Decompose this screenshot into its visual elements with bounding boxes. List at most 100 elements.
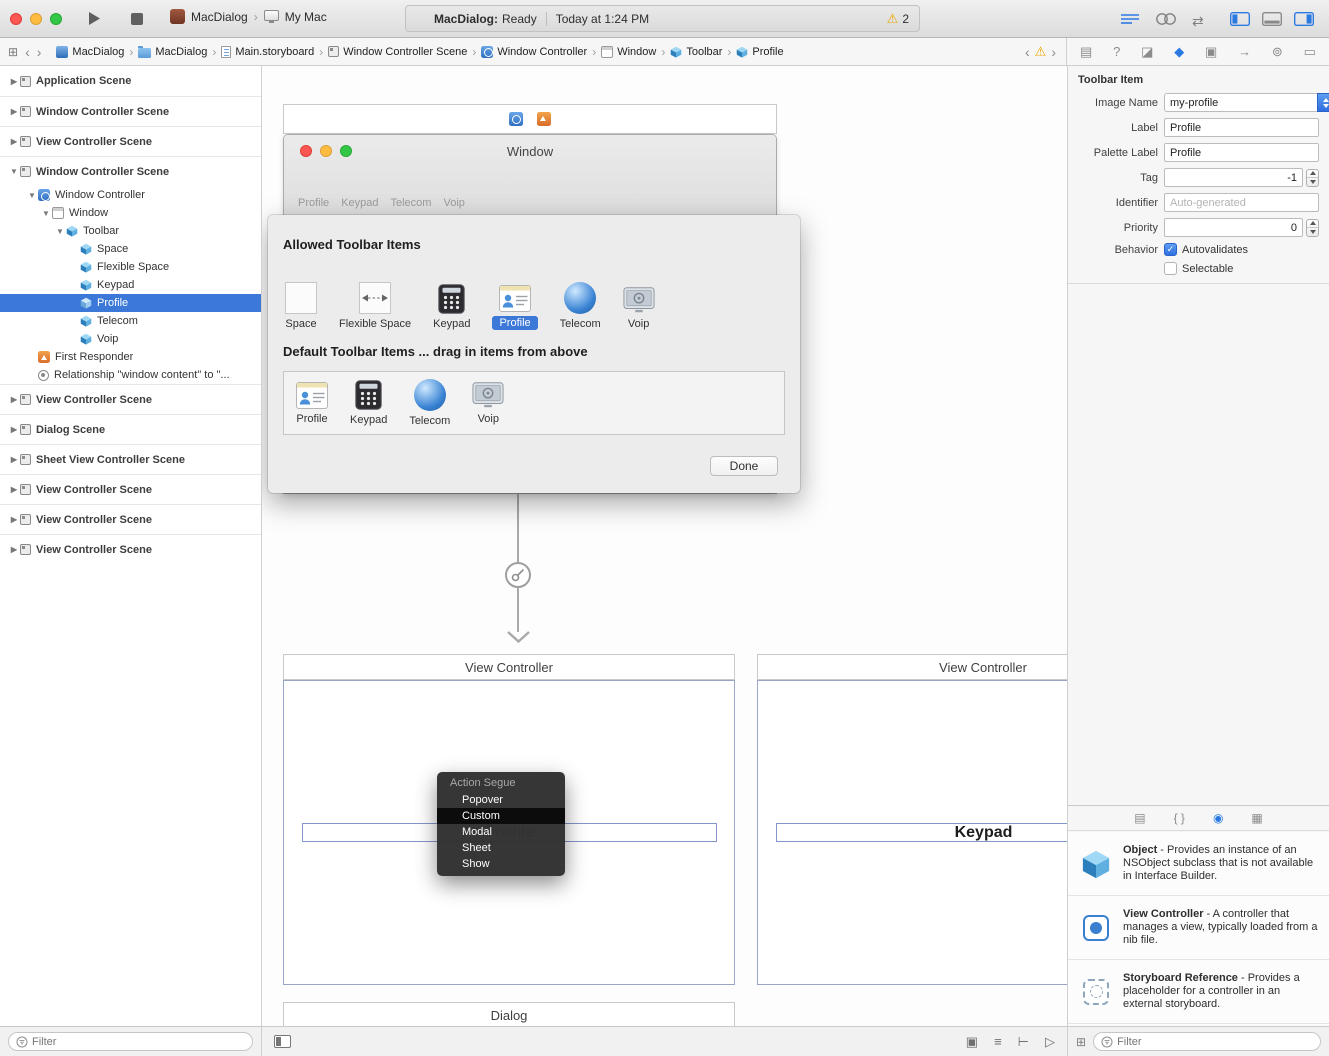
assistant-editor-button[interactable] [1155, 12, 1177, 29]
allowed-item-voip[interactable]: Voip [623, 286, 655, 330]
next-issue-button[interactable]: › [1051, 45, 1056, 59]
breadcrumb-window[interactable]: Window [601, 46, 656, 58]
disclosure-triangle[interactable]: ▶ [8, 77, 20, 86]
outline-row-view-controller-scene-4[interactable]: ▶View Controller Scene [0, 504, 261, 534]
align-icon[interactable]: ≡ [994, 1035, 1002, 1048]
vc-right-field[interactable]: Keypad [776, 823, 1067, 842]
code-snippet-library-icon[interactable]: { } [1174, 811, 1185, 825]
vc-left-header[interactable]: View Controller [283, 654, 735, 680]
allowed-item-flexible-space[interactable]: Flexible Space [339, 282, 411, 330]
library-filter-field[interactable] [1093, 1032, 1321, 1051]
disclosure-triangle[interactable]: ▼ [8, 167, 20, 176]
default-item-voip[interactable]: Voip [472, 381, 504, 425]
disclosure-triangle[interactable]: ▶ [8, 515, 20, 524]
outline-row-window[interactable]: ▼Window [0, 204, 261, 222]
navigator-toggle-button[interactable] [1230, 12, 1250, 29]
autovalidates-checkbox[interactable]: ✓ [1164, 243, 1177, 256]
stack-icon[interactable]: ▣ [966, 1035, 978, 1048]
file-inspector-tab[interactable]: ▤ [1080, 45, 1092, 58]
outline-row-window-controller-scene-1[interactable]: ▶Window Controller Scene [0, 96, 261, 126]
disclosure-triangle[interactable]: ▶ [8, 107, 20, 116]
file-template-library-icon[interactable]: ▤ [1134, 811, 1145, 825]
run-button[interactable] [88, 11, 101, 29]
related-items-icon[interactable]: ⊞ [8, 45, 18, 59]
identity-inspector-tab[interactable]: ◪ [1141, 45, 1153, 58]
segue-menu-item-modal[interactable]: Modal [437, 824, 565, 840]
allowed-item-space[interactable]: Space [285, 282, 317, 330]
outline-row-view-controller-scene-1[interactable]: ▶View Controller Scene [0, 126, 261, 156]
disclosure-triangle[interactable]: ▶ [8, 137, 20, 146]
outline-row-telecom[interactable]: Telecom [0, 312, 261, 330]
segue-badge[interactable] [505, 562, 531, 588]
scheme-selector[interactable]: MacDialog › My Mac [170, 9, 327, 24]
outline-row-application-scene[interactable]: ▶Application Scene [0, 66, 261, 96]
image-name-input[interactable] [1164, 93, 1317, 112]
attributes-inspector-tab[interactable]: ◆ [1174, 45, 1184, 58]
storyboard-canvas[interactable]: Window Profile Keypad Telecom Voip Allow… [262, 66, 1067, 1026]
disclosure-triangle[interactable]: ▶ [8, 485, 20, 494]
breadcrumb-storyboard[interactable]: Main.storyboard [221, 46, 314, 58]
document-outline-toggle[interactable] [274, 1035, 291, 1048]
quick-help-tab[interactable]: ? [1113, 45, 1120, 58]
breadcrumb-project[interactable]: MacDialog [56, 46, 124, 58]
dialog-scene-header[interactable]: Dialog [283, 1002, 735, 1026]
debug-area-toggle-button[interactable] [1262, 12, 1282, 29]
outline-row-first-responder[interactable]: First Responder [0, 348, 261, 366]
grid-view-icon[interactable]: ⊞ [1076, 1036, 1086, 1048]
standard-editor-button[interactable] [1120, 12, 1140, 29]
outline-filter-field[interactable] [8, 1032, 253, 1051]
object-library-icon[interactable]: ◉ [1213, 811, 1223, 825]
size-inspector-tab[interactable]: ▣ [1205, 45, 1217, 58]
segue-menu-item-custom[interactable]: Custom [437, 808, 565, 824]
outline-row-window-controller-scene-2[interactable]: ▼Window Controller Scene [0, 156, 261, 186]
first-responder-icon[interactable] [537, 112, 551, 126]
priority-stepper[interactable] [1306, 219, 1319, 237]
bindings-inspector-tab[interactable]: ⊚ [1272, 45, 1283, 58]
outline-row-window-controller[interactable]: ▼Window Controller [0, 186, 261, 204]
allowed-item-telecom[interactable]: Telecom [560, 282, 601, 330]
outline-row-profile[interactable]: Profile [0, 294, 261, 312]
toolbar-item-profile[interactable]: Profile [298, 197, 329, 209]
library-filter-input[interactable] [1117, 1036, 1313, 1048]
default-items-box[interactable]: Profile Keypad Telecom Voip [283, 371, 785, 435]
outline-row-view-controller-scene-5[interactable]: ▶View Controller Scene [0, 534, 261, 564]
outline-filter-input[interactable] [32, 1036, 245, 1048]
outline-row-dialog-scene[interactable]: ▶Dialog Scene [0, 414, 261, 444]
forward-button[interactable]: › [37, 45, 42, 59]
window-controller-icon[interactable] [509, 112, 523, 126]
zoom-window-button[interactable] [50, 13, 62, 25]
pin-icon[interactable]: ⊢ [1018, 1035, 1029, 1048]
utilities-toggle-button[interactable] [1294, 12, 1314, 29]
outline-row-flexible-space[interactable]: Flexible Space [0, 258, 261, 276]
toolbar-item-voip[interactable]: Voip [443, 197, 464, 209]
combo-dropdown-button[interactable] [1317, 93, 1329, 112]
stop-button[interactable] [131, 13, 143, 25]
selectable-checkbox[interactable] [1164, 262, 1177, 275]
breadcrumb-scene[interactable]: Window Controller Scene [328, 46, 467, 58]
outline-row-space[interactable]: Space [0, 240, 261, 258]
connections-inspector-tab[interactable]: → [1238, 45, 1251, 58]
default-item-profile[interactable]: Profile [296, 382, 328, 425]
breadcrumb-toolbar[interactable]: Toolbar [670, 46, 722, 58]
identifier-input[interactable] [1164, 193, 1319, 212]
disclosure-triangle[interactable]: ▼ [26, 191, 38, 200]
resolve-issues-icon[interactable]: ▷ [1045, 1035, 1055, 1048]
vc-right-view[interactable]: Keypad [757, 680, 1067, 985]
toolbar-item-keypad[interactable]: Keypad [341, 197, 378, 209]
priority-input[interactable] [1164, 218, 1303, 237]
outline-row-view-controller-scene-3[interactable]: ▶View Controller Scene [0, 474, 261, 504]
outline-row-sheet-view-controller-scene[interactable]: ▶Sheet View Controller Scene [0, 444, 261, 474]
version-editor-button[interactable]: ⇄ [1192, 14, 1204, 28]
media-library-icon[interactable]: ▦ [1251, 811, 1262, 825]
outline-row-keypad[interactable]: Keypad [0, 276, 261, 294]
segue-menu-item-popover[interactable]: Popover [437, 792, 565, 808]
library-item-storyboard-reference[interactable]: Storyboard Reference - Provides a placeh… [1068, 960, 1329, 1024]
toolbar-item-telecom[interactable]: Telecom [391, 197, 432, 209]
view-effects-inspector-tab[interactable]: ▭ [1304, 45, 1316, 58]
close-window-button[interactable] [10, 13, 22, 25]
disclosure-triangle[interactable]: ▶ [8, 395, 20, 404]
allowed-item-keypad[interactable]: Keypad [433, 284, 470, 330]
disclosure-triangle[interactable]: ▶ [8, 455, 20, 464]
breadcrumb-group[interactable]: MacDialog [138, 46, 207, 58]
disclosure-triangle[interactable]: ▶ [8, 545, 20, 554]
